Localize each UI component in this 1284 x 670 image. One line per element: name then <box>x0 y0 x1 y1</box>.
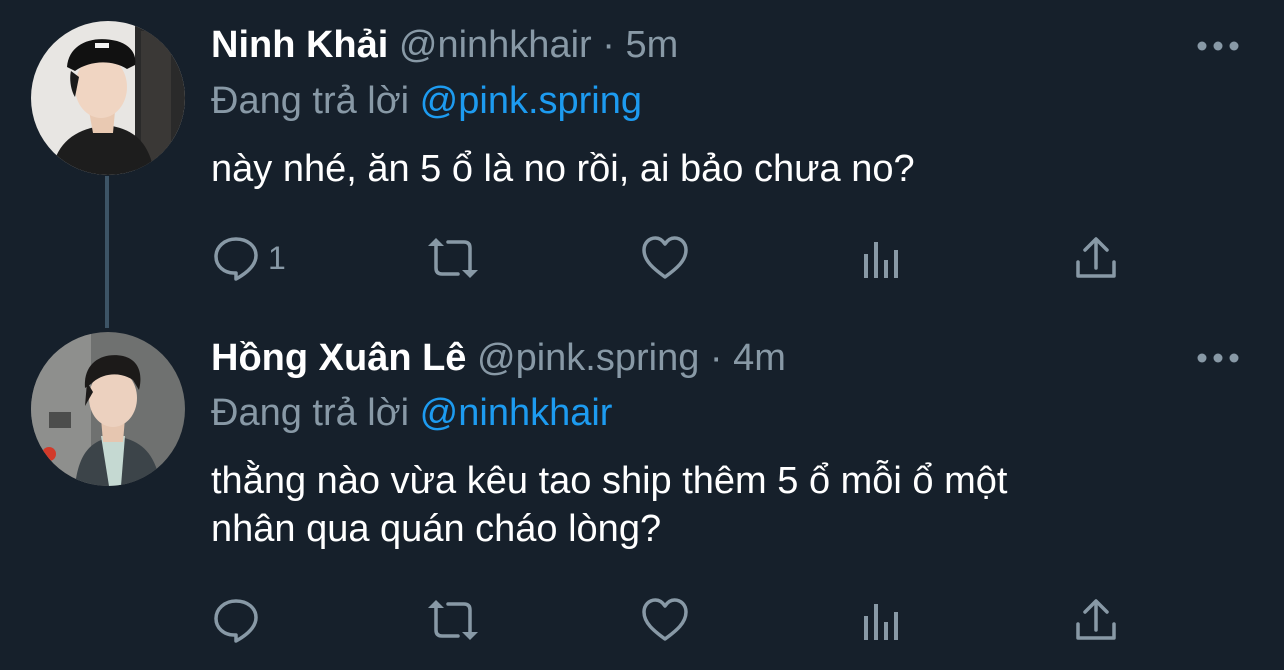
retweet-icon <box>428 600 478 640</box>
analytics-button[interactable] <box>858 590 906 650</box>
tweet-text-line: này nhé, ăn 5 ổ là no rồi, ai bảo chưa n… <box>211 148 915 190</box>
author-handle[interactable]: @pink.spring <box>477 337 699 379</box>
replying-to-mention[interactable]: @ninhkhair <box>420 392 613 434</box>
more-options-icon[interactable] <box>1194 348 1244 368</box>
avatar[interactable] <box>31 332 185 486</box>
like-button[interactable] <box>640 590 690 650</box>
share-button[interactable] <box>1072 590 1120 650</box>
tweet-text-line: thằng nào vừa kêu tao ship thêm 5 ổ mỗi … <box>211 460 1008 502</box>
tweet[interactable]: Hồng Xuân Lê @pink.spring · 4m Đang trả … <box>0 320 1284 670</box>
share-icon <box>1076 599 1116 640</box>
share-icon <box>1076 237 1116 278</box>
replying-to: Đang trả lời @pink.spring <box>211 78 642 124</box>
replying-to: Đang trả lời @ninhkhair <box>211 390 612 436</box>
more-options-icon[interactable] <box>1194 36 1244 56</box>
replying-to-prefix: Đang trả lời <box>211 80 410 122</box>
tweet-time[interactable]: · 5m <box>602 24 678 66</box>
retweet-button[interactable] <box>424 228 482 288</box>
retweet-icon <box>428 238 478 278</box>
analytics-icon <box>864 242 898 278</box>
replying-to-mention[interactable]: @pink.spring <box>420 80 642 122</box>
author-name[interactable]: Ninh Khải <box>211 24 388 66</box>
tweet-header: Ninh Khải @ninhkhair · 5m <box>211 22 678 68</box>
analytics-icon <box>864 604 898 640</box>
avatar[interactable] <box>31 21 185 175</box>
author-name[interactable]: Hồng Xuân Lê <box>211 337 466 379</box>
tweet-text: thằng nào vừa kêu tao ship thêm 5 ổ mỗi … <box>211 457 1231 553</box>
analytics-button[interactable] <box>858 228 906 288</box>
heart-icon <box>642 598 688 641</box>
reply-bubble-icon <box>214 237 258 281</box>
share-button[interactable] <box>1072 228 1120 288</box>
replying-to-prefix: Đang trả lời <box>211 392 410 434</box>
author-handle[interactable]: @ninhkhair <box>399 24 592 66</box>
reply-button[interactable] <box>212 590 268 650</box>
reply-button[interactable]: 1 <box>212 228 286 288</box>
tweet-time[interactable]: · 4m <box>710 337 786 379</box>
like-button[interactable] <box>640 228 690 288</box>
reply-bubble-icon <box>214 599 258 643</box>
retweet-button[interactable] <box>424 590 482 650</box>
tweet-text: này nhé, ăn 5 ổ là no rồi, ai bảo chưa n… <box>211 145 1231 193</box>
tweet-actions <box>0 590 1284 650</box>
heart-icon <box>642 236 688 279</box>
tweet-actions: 1 <box>0 228 1284 288</box>
tweet-text-line: nhân qua quán cháo lòng? <box>211 508 662 550</box>
tweet[interactable]: Ninh Khải @ninhkhair · 5m Đang trả lời @… <box>0 0 1284 320</box>
tweet-header: Hồng Xuân Lê @pink.spring · 4m <box>211 335 786 381</box>
reply-count: 1 <box>268 239 286 276</box>
